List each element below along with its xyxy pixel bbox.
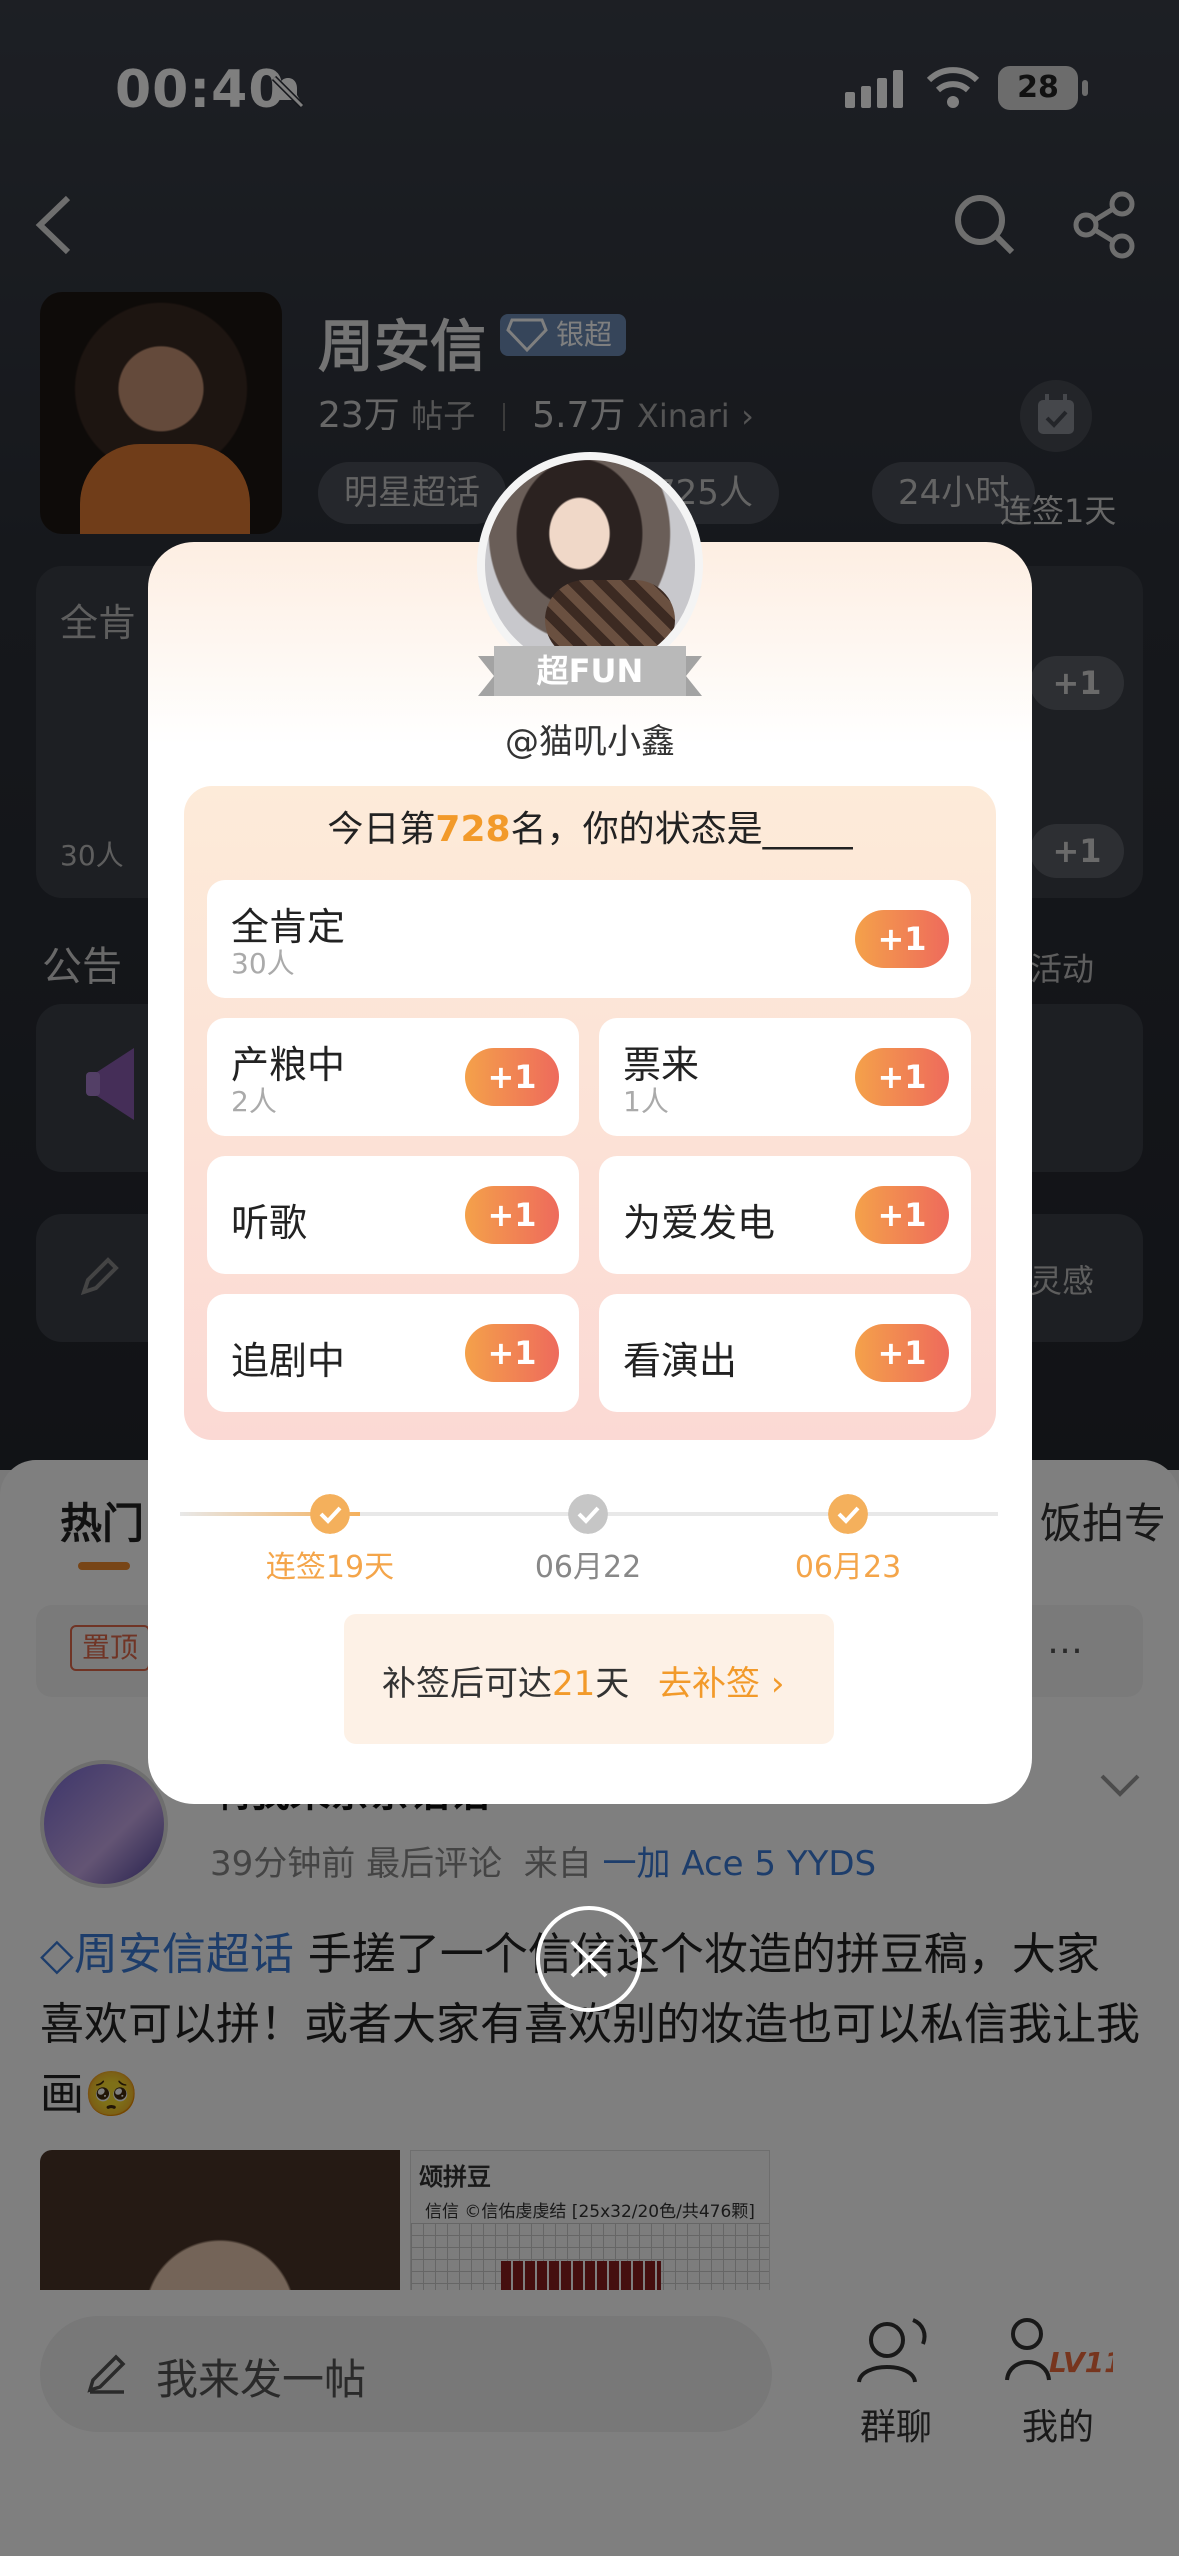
makeup-checkin-link[interactable]: 去补签 › <box>658 1656 784 1705</box>
plus-one-button[interactable]: +1 <box>855 1324 949 1382</box>
modal-close-button[interactable] <box>536 1906 642 2012</box>
plus-one-button[interactable]: +1 <box>465 1186 559 1244</box>
status-option-watching-drama[interactable]: 追剧中 +1 <box>207 1294 579 1412</box>
makeup-prefix: 补签后可达 <box>382 1664 552 1704</box>
checkin-rank: 728 <box>435 809 511 850</box>
close-icon <box>570 1940 608 1978</box>
option-label: 追剧中 <box>231 1339 346 1383</box>
check-done-icon <box>828 1494 868 1534</box>
status-option-full-affirm[interactable]: 全肯定 30人 +1 <box>207 880 971 998</box>
check-done-icon <box>310 1494 350 1534</box>
plus-one-button[interactable]: +1 <box>465 1048 559 1106</box>
timeline-label-today: 06月23 <box>794 1550 902 1585</box>
status-option-music[interactable]: 听歌 +1 <box>207 1156 579 1274</box>
status-question: 今日第728名，你的状态是_____ <box>184 800 996 852</box>
timeline-label-missed-day: 06月22 <box>534 1550 642 1585</box>
ribbon-label: 超FUN <box>494 646 686 696</box>
option-count: 30人 <box>231 947 295 980</box>
makeup-days: 21 <box>552 1664 596 1704</box>
fun-ribbon: 超FUN <box>478 646 702 696</box>
ribbon-tail-left <box>478 656 494 696</box>
makeup-link-label: 去补签 <box>658 1664 760 1704</box>
chevron-right-icon: › <box>770 1664 785 1704</box>
status-question-suffix: 名，你的状态是_____ <box>510 809 853 850</box>
plus-one-button[interactable]: +1 <box>855 1048 949 1106</box>
check-missed-icon <box>568 1494 608 1534</box>
plus-one-button[interactable]: +1 <box>465 1324 559 1382</box>
status-question-prefix: 今日第 <box>327 809 436 850</box>
makeup-info: 补签后可达21天 <box>382 1656 629 1705</box>
makeup-suffix: 天 <box>595 1664 630 1704</box>
option-label: 看演出 <box>623 1339 738 1383</box>
status-option-power-for-love[interactable]: 为爱发电 +1 <box>599 1156 971 1274</box>
option-count: 2人 <box>231 1085 277 1118</box>
option-count: 1人 <box>623 1085 669 1118</box>
status-option-producing[interactable]: 产粮中 2人 +1 <box>207 1018 579 1136</box>
option-label: 听歌 <box>231 1201 308 1245</box>
plus-one-button[interactable]: +1 <box>855 910 949 968</box>
modal-user-avatar <box>477 452 703 678</box>
status-option-tickets[interactable]: 票来 1人 +1 <box>599 1018 971 1136</box>
option-label: 为爱发电 <box>623 1201 776 1245</box>
status-option-concert[interactable]: 看演出 +1 <box>599 1294 971 1412</box>
plus-one-button[interactable]: +1 <box>855 1186 949 1244</box>
modal-username: @猫叽小鑫 <box>505 722 675 762</box>
timeline-label-streak: 连签19天 <box>265 1550 395 1585</box>
ribbon-tail-right <box>686 656 702 696</box>
